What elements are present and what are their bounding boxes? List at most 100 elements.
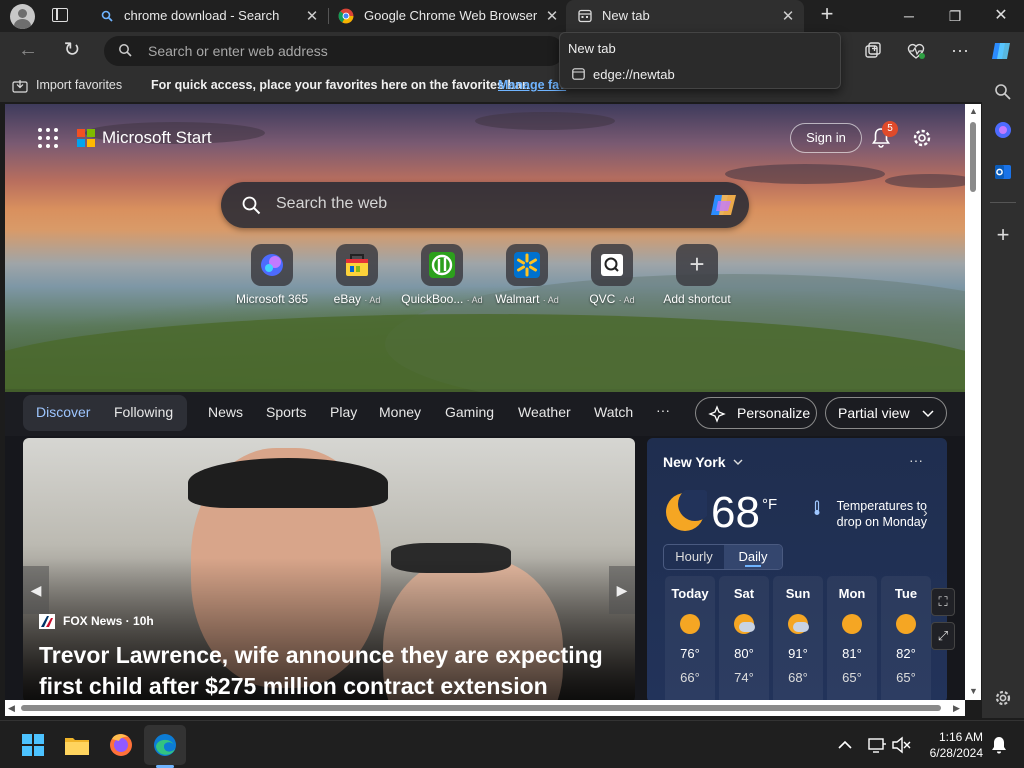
- scroll-right-arrow-icon[interactable]: ▶: [953, 703, 960, 714]
- change-background-image-icon[interactable]: ⛶: [931, 588, 955, 616]
- more-tabs-button[interactable]: ···: [656, 402, 670, 418]
- horizontal-scrollbar[interactable]: ◀ ▶: [5, 700, 965, 716]
- forecast-day-name: Today: [671, 586, 709, 601]
- maximize-button[interactable]: ❐: [932, 0, 978, 32]
- copilot-icon[interactable]: [709, 191, 739, 219]
- minimize-button[interactable]: ─: [886, 0, 932, 32]
- search-placeholder: Search the web: [276, 195, 388, 212]
- tab-chrome-download-search[interactable]: chrome download - Search ✕: [88, 0, 328, 32]
- show-hidden-icons-chevron-icon[interactable]: [834, 735, 856, 755]
- forecast-high: 80°: [734, 646, 754, 661]
- sidebar-settings-gear-icon[interactable]: [991, 686, 1015, 710]
- refresh-icon[interactable]: ↻: [58, 38, 86, 64]
- profile-avatar-icon[interactable]: [10, 4, 35, 29]
- scroll-up-arrow-icon[interactable]: ▲: [969, 106, 978, 116]
- chevron-down-icon[interactable]: [733, 458, 743, 466]
- web-search-box[interactable]: Search the web: [221, 182, 749, 228]
- file-explorer-icon[interactable]: [60, 729, 94, 761]
- windows-start-icon[interactable]: [16, 729, 50, 761]
- forecast-day[interactable]: Mon 81° 65°: [827, 576, 877, 700]
- article-headline[interactable]: Trevor Lawrence, wife announce they are …: [39, 640, 629, 700]
- import-favorites-link[interactable]: Import favorites: [36, 78, 122, 92]
- settings-more-icon[interactable]: ···: [946, 38, 974, 64]
- close-window-button[interactable]: ✕: [978, 0, 1024, 32]
- expand-icon[interactable]: ⤢: [931, 622, 955, 650]
- chevron-right-icon[interactable]: ›: [923, 504, 928, 520]
- address-bar[interactable]: [104, 36, 564, 66]
- address-input[interactable]: [148, 36, 548, 66]
- hover-card-url: edge://newtab: [593, 67, 675, 82]
- weather-city-selector[interactable]: New York: [663, 454, 726, 470]
- system-clock[interactable]: 1:16 AM 6/28/2024: [915, 729, 983, 761]
- network-icon[interactable]: [866, 735, 888, 755]
- forecast-day[interactable]: Today 76° 66°: [665, 576, 715, 700]
- forecast-day[interactable]: Tue 82° 65°: [881, 576, 931, 700]
- shortcut-qvc[interactable]: QVC · Ad: [567, 244, 657, 306]
- sunny-icon: [895, 613, 917, 635]
- previous-article-button[interactable]: ◀: [23, 566, 49, 614]
- manage-favorites-link[interactable]: Manage fav: [498, 78, 566, 92]
- tab-google-chrome[interactable]: Google Chrome Web Browser ✕: [328, 0, 568, 32]
- hourly-tab[interactable]: Hourly: [664, 545, 724, 569]
- microsoft-logo-icon: [77, 129, 95, 147]
- tab-strip: chrome download - Search ✕ Google Chrome…: [0, 0, 1024, 32]
- microsoft-365-icon: [251, 244, 293, 286]
- forecast-mode-toggle: Hourly Daily: [663, 544, 783, 570]
- clock-date: 6/28/2024: [929, 746, 983, 760]
- app-launcher-icon[interactable]: [38, 128, 58, 148]
- daily-tab[interactable]: Daily: [724, 545, 782, 569]
- vertical-scrollbar[interactable]: ▲ ▼: [965, 104, 981, 700]
- tab-new-tab[interactable]: New tab ✕: [566, 0, 804, 32]
- close-tab-icon[interactable]: ✕: [304, 7, 320, 25]
- address-toolbar: ← ↻ ···: [0, 32, 1024, 70]
- tab-sports[interactable]: Sports: [266, 404, 306, 420]
- browser-essentials-icon[interactable]: [903, 38, 929, 64]
- new-tab-button[interactable]: +: [816, 3, 838, 26]
- scroll-down-arrow-icon[interactable]: ▼: [969, 686, 978, 696]
- edge-sidebar: +: [982, 70, 1024, 718]
- forecast-day[interactable]: Sun 91° 68°: [773, 576, 823, 700]
- tab-money[interactable]: Money: [379, 404, 421, 420]
- tab-following[interactable]: Following: [114, 404, 173, 420]
- sign-in-button[interactable]: Sign in: [790, 123, 862, 153]
- copilot-icon[interactable]: [988, 38, 1014, 64]
- scroll-left-arrow-icon[interactable]: ◀: [8, 703, 15, 714]
- shortcut-walmart[interactable]: Walmart · Ad: [482, 244, 572, 306]
- search-icon: [242, 196, 261, 215]
- tab-news[interactable]: News: [208, 404, 243, 420]
- notifications-bell-icon[interactable]: [988, 735, 1010, 755]
- forecast-day[interactable]: Sat 80° 74°: [719, 576, 769, 700]
- shortcut-microsoft-365[interactable]: Microsoft 365: [227, 244, 317, 306]
- firefox-icon[interactable]: [104, 729, 138, 761]
- volume-muted-icon[interactable]: [890, 735, 912, 755]
- tab-gaming[interactable]: Gaming: [445, 404, 494, 420]
- tab-actions-icon[interactable]: [52, 8, 68, 22]
- news-article-card[interactable]: ◀ ▶ FOX News · 10h Trevor Lawrence, wife…: [23, 438, 635, 700]
- shortcut-quickbooks[interactable]: QuickBoo... · Ad: [397, 244, 487, 306]
- page-settings-gear-icon[interactable]: [911, 127, 933, 149]
- tab-label: Google Chrome Web Browser: [364, 8, 538, 23]
- tab-watch[interactable]: Watch: [594, 404, 633, 420]
- vertical-scroll-thumb[interactable]: [970, 122, 976, 192]
- add-sidebar-app-icon[interactable]: +: [991, 224, 1015, 248]
- collections-icon[interactable]: [860, 38, 886, 64]
- shortcut-ebay[interactable]: eBay · Ad: [312, 244, 402, 306]
- personalize-button[interactable]: Personalize: [695, 397, 817, 429]
- tab-play[interactable]: Play: [330, 404, 357, 420]
- close-tab-icon[interactable]: ✕: [780, 7, 796, 25]
- close-tab-icon[interactable]: ✕: [544, 7, 560, 25]
- search-icon[interactable]: [991, 80, 1015, 104]
- horizontal-scroll-thumb[interactable]: [21, 705, 941, 711]
- copilot-m365-icon[interactable]: [991, 118, 1015, 142]
- microsoft-edge-icon[interactable]: [148, 729, 182, 761]
- shortcut-label: eBay: [333, 292, 361, 306]
- outlook-icon[interactable]: [991, 160, 1015, 184]
- tab-weather[interactable]: Weather: [518, 404, 571, 420]
- weather-more-button[interactable]: ···: [909, 452, 923, 468]
- view-mode-dropdown[interactable]: Partial view: [825, 397, 947, 429]
- add-shortcut-button[interactable]: + Add shortcut: [652, 244, 742, 306]
- next-article-button[interactable]: ▶: [609, 566, 635, 614]
- back-icon[interactable]: ←: [14, 38, 42, 64]
- weather-alert-text[interactable]: Temperatures to drop on Monday: [827, 498, 927, 530]
- tab-discover[interactable]: Discover: [36, 404, 90, 420]
